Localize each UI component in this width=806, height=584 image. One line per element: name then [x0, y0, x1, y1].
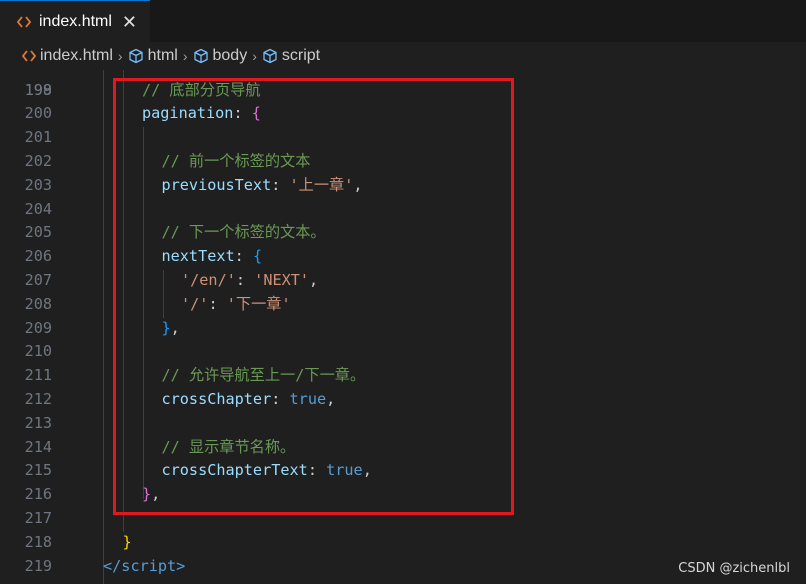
- code-tag-bracket: </: [103, 556, 122, 575]
- code-tag-bracket: >: [176, 556, 186, 575]
- line-number: 218: [24, 532, 52, 551]
- line-number: 206: [24, 247, 52, 266]
- tab-index-html[interactable]: index.html ✕: [0, 0, 150, 42]
- tab-title: index.html: [39, 12, 112, 30]
- html-file-icon: [16, 14, 32, 30]
- line-number: 199: [24, 80, 52, 99]
- line-number: 216: [24, 485, 52, 504]
- line-number: 211: [24, 366, 52, 385]
- watermark: CSDN @zichenlbl: [678, 561, 790, 576]
- line-number: 201: [24, 128, 52, 147]
- code-editor[interactable]: 198 199// 底部分页导航 200 pagination: {201 202//…: [0, 70, 806, 584]
- close-icon[interactable]: ✕: [122, 13, 137, 31]
- line-number: 214: [24, 437, 52, 456]
- line-number: 213: [24, 413, 52, 432]
- line-number: 204: [24, 199, 52, 218]
- highlight-box: [113, 78, 514, 515]
- line-number: 207: [24, 270, 52, 289]
- code-text: </script>: [103, 555, 185, 579]
- tab-bar: index.html ✕: [0, 0, 806, 42]
- code-line: 198: [0, 55, 806, 99]
- line-number: 219: [24, 556, 52, 575]
- line-number: 203: [24, 175, 52, 194]
- line-number: 205: [24, 223, 52, 242]
- code-line: 218}: [0, 531, 806, 555]
- line-number: 209: [24, 318, 52, 337]
- line-number: 217: [24, 508, 52, 527]
- line-number: 210: [24, 342, 52, 361]
- line-number: 200: [24, 104, 52, 123]
- code-brace: }: [122, 532, 132, 551]
- code-tag-name: script: [121, 556, 177, 575]
- line-number: 202: [24, 151, 52, 170]
- line-number: 212: [24, 389, 52, 408]
- code-text: }: [123, 531, 132, 555]
- editor-window: index.html ✕ index.html › html › body › …: [0, 0, 806, 584]
- line-number: 215: [24, 461, 52, 480]
- line-number: 208: [24, 294, 52, 313]
